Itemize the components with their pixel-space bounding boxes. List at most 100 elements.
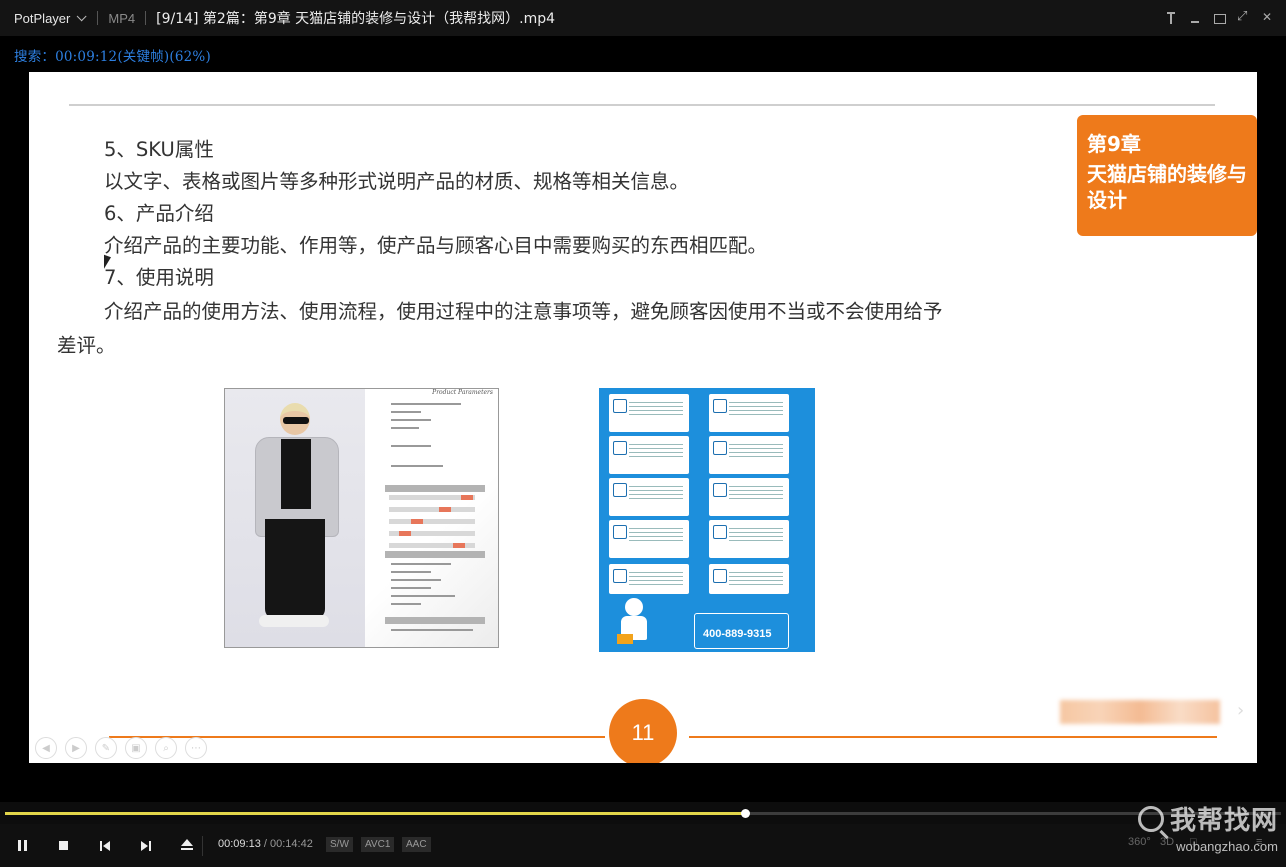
spec-line xyxy=(391,563,451,565)
spec-line xyxy=(391,587,431,589)
spec-row xyxy=(389,531,475,536)
sw-decoder-tag[interactable]: S/W xyxy=(326,837,353,852)
video-surface[interactable]: 5、SKU属性 以文字、表格或图片等多种形式说明产品的材质、规格等相关信息。 6… xyxy=(29,72,1257,763)
service-card xyxy=(609,564,689,594)
chapter-badge: 第9章 天猫店铺的装修与设计 xyxy=(1077,115,1257,236)
seek-handle[interactable] xyxy=(741,809,750,818)
open-file-button[interactable] xyxy=(176,835,198,857)
service-card xyxy=(609,394,689,432)
minimize-icon[interactable] xyxy=(1186,9,1204,27)
close-icon[interactable] xyxy=(1258,9,1276,27)
maximize-icon[interactable] xyxy=(1210,9,1228,27)
seek-progress xyxy=(5,812,745,815)
divider xyxy=(145,11,147,25)
service-card xyxy=(709,394,789,432)
footer-line-right xyxy=(689,736,1217,738)
blurred-logo xyxy=(1060,700,1220,724)
product-parameter-image: Product Parameters xyxy=(224,388,499,648)
more-icon[interactable]: ⋯ xyxy=(185,737,207,759)
spec-line xyxy=(391,445,431,447)
slide-heading: 5、SKU属性 xyxy=(104,138,214,161)
service-card xyxy=(709,520,789,558)
slides-icon[interactable]: ▣ xyxy=(125,737,147,759)
current-time: 00:09:13 xyxy=(218,838,261,850)
spec-section-bar xyxy=(385,617,485,624)
toolbox xyxy=(617,634,633,644)
time-separator: / xyxy=(263,838,267,850)
fullscreen-icon[interactable] xyxy=(1234,9,1252,27)
seek-bar[interactable] xyxy=(0,802,1286,824)
spec-line xyxy=(391,629,473,631)
sunglasses xyxy=(283,417,309,424)
slide-next-arrow-icon[interactable]: › xyxy=(1237,700,1244,721)
watermark-cn: 我帮找网 xyxy=(1169,806,1278,836)
top xyxy=(281,439,311,509)
spec-row xyxy=(389,519,475,524)
slide-heading: 6、产品介绍 xyxy=(104,202,214,225)
osd-seek-message: 搜索：00:09:12(关键帧)(62%) xyxy=(14,49,211,65)
video-codec-tag[interactable]: AVC1 xyxy=(361,837,395,852)
service-card xyxy=(709,564,789,594)
slide-text: 5、SKU属性 以文字、表格或图片等多种形式说明产品的材质、规格等相关信息。 6… xyxy=(29,134,1029,362)
slide-prev-icon[interactable]: ◀ xyxy=(35,737,57,759)
next-button[interactable] xyxy=(135,835,157,857)
audio-codec-tag[interactable]: AAC xyxy=(402,837,431,852)
spec-line xyxy=(391,603,421,605)
parameter-header: Product Parameters xyxy=(432,389,493,396)
stop-button[interactable] xyxy=(53,835,75,857)
spec-line xyxy=(391,571,431,573)
title-bar: PotPlayer MP4 [9/14] 第2篇：第9章 天猫店铺的装修与设计（… xyxy=(0,0,1286,36)
watermark-en: wobangzhao.com xyxy=(1176,839,1278,854)
slide-heading: 7、使用说明 xyxy=(104,266,214,289)
service-card xyxy=(609,520,689,558)
spec-line xyxy=(391,595,455,597)
spec-line xyxy=(391,403,461,405)
worker-head xyxy=(625,598,643,616)
phone-box: 400-889-9315 xyxy=(694,613,789,649)
time-display[interactable]: 00:09:13 / 00:14:42 xyxy=(218,838,313,850)
pin-icon[interactable] xyxy=(1162,9,1180,27)
potplayer-window: PotPlayer MP4 [9/14] 第2篇：第9章 天猫店铺的装修与设计（… xyxy=(0,0,1286,867)
zoom-icon[interactable]: ⌕ xyxy=(155,737,177,759)
spec-row xyxy=(389,495,475,500)
watermark-cn-row: 我帮找网 xyxy=(1137,800,1278,837)
page-number: 11 xyxy=(609,699,677,763)
chevron-down-icon xyxy=(77,10,87,21)
slideshow-controls: ◀ ▶ ✎ ▣ ⌕ ⋯ xyxy=(35,737,207,759)
app-menu-button[interactable]: PotPlayer xyxy=(0,0,91,36)
slide-next-icon[interactable]: ▶ xyxy=(65,737,87,759)
control-bar: 00:09:13 / 00:14:42 S/W AVC1 AAC 360° 3D… xyxy=(0,824,1286,867)
spec-section-bar xyxy=(385,485,485,492)
spec-line xyxy=(391,427,419,429)
pants xyxy=(265,519,325,619)
model-photo xyxy=(225,389,365,647)
mouse-cursor-icon xyxy=(104,254,111,272)
format-label: MP4 xyxy=(108,10,136,26)
seek-track[interactable] xyxy=(5,809,1281,818)
service-card xyxy=(709,478,789,516)
parameter-panel: Product Parameters xyxy=(365,389,498,647)
chapter-number: 第9章 xyxy=(1087,132,1141,156)
pen-icon[interactable]: ✎ xyxy=(95,737,117,759)
spec-section-bar xyxy=(385,551,485,558)
slide-paragraph: 介绍产品的使用方法、使用流程，使用过程中的注意事项等，避免顾客因使用不当或不会使… xyxy=(104,300,943,323)
service-info-image: 400-889-9315 xyxy=(599,388,815,652)
chapter-title: 天猫店铺的装修与设计 xyxy=(1087,162,1247,212)
window-title: [9/14] 第2篇：第9章 天猫店铺的装修与设计（我帮找网）.mp4 xyxy=(156,11,556,27)
previous-button[interactable] xyxy=(94,835,116,857)
spec-line xyxy=(391,419,431,421)
slide-paragraph: 以文字、表格或图片等多种形式说明产品的材质、规格等相关信息。 xyxy=(104,170,690,193)
spec-line xyxy=(391,411,421,413)
spec-line xyxy=(391,579,441,581)
spec-row xyxy=(389,543,475,548)
service-card xyxy=(709,436,789,474)
divider xyxy=(97,11,99,25)
pause-button[interactable] xyxy=(12,835,34,857)
spec-row xyxy=(389,507,475,512)
divider xyxy=(202,836,203,856)
slide-paragraph: 差评。 xyxy=(57,334,116,357)
shoes xyxy=(259,615,329,627)
total-time: 00:14:42 xyxy=(270,838,313,850)
app-brand: PotPlayer xyxy=(14,10,71,26)
slide-top-rule xyxy=(69,104,1215,106)
